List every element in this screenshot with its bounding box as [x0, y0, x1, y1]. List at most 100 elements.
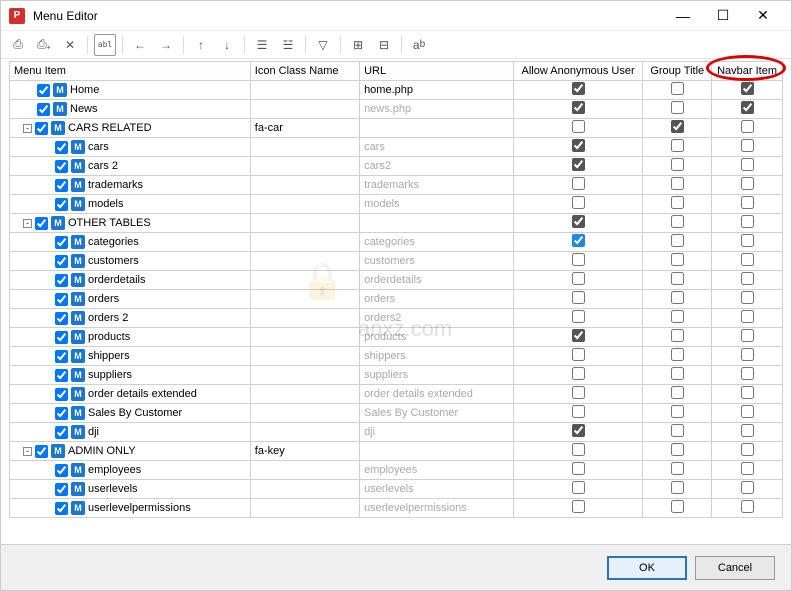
cell-allow-anon[interactable] — [513, 252, 643, 271]
table-row[interactable]: Msuppliers suppliers — [10, 366, 783, 385]
anon-checkbox[interactable] — [572, 120, 585, 133]
table-row[interactable]: MHomehome.php — [10, 81, 783, 100]
group-checkbox[interactable] — [671, 329, 684, 342]
row-select-checkbox[interactable] — [55, 293, 68, 306]
cell-group-title[interactable] — [643, 366, 712, 385]
navbar-checkbox[interactable] — [741, 386, 754, 399]
cell-url[interactable]: userlevels — [360, 480, 514, 499]
navbar-checkbox[interactable] — [741, 215, 754, 228]
table-row[interactable]: Mproducts products — [10, 328, 783, 347]
table-row[interactable]: Muserlevelsuserlevels — [10, 480, 783, 499]
row-select-checkbox[interactable] — [55, 426, 68, 439]
cell-navbar-item[interactable] — [712, 309, 783, 328]
toolbar-expand-icon[interactable]: ⊞ — [347, 34, 369, 56]
cell-navbar-item[interactable] — [712, 366, 783, 385]
cell-icon-class[interactable] — [250, 385, 359, 404]
cell-group-title[interactable] — [643, 480, 712, 499]
table-row[interactable]: Memployeesemployees — [10, 461, 783, 480]
anon-checkbox[interactable] — [572, 158, 585, 171]
cell-allow-anon[interactable] — [513, 385, 643, 404]
row-select-checkbox[interactable] — [55, 274, 68, 287]
table-row[interactable]: Morder details extendedorder details ext… — [10, 385, 783, 404]
anon-checkbox[interactable] — [572, 272, 585, 285]
row-select-checkbox[interactable] — [55, 179, 68, 192]
row-select-checkbox[interactable] — [55, 369, 68, 382]
row-select-checkbox[interactable] — [37, 84, 50, 97]
expand-toggle-icon[interactable]: - — [23, 124, 32, 133]
cell-allow-anon[interactable] — [513, 328, 643, 347]
cell-url[interactable]: suppliers — [360, 366, 514, 385]
col-group-title[interactable]: Group Title — [643, 62, 712, 81]
cell-icon-class[interactable] — [250, 366, 359, 385]
cell-menu-item[interactable]: MNews — [10, 100, 251, 119]
cell-url[interactable]: trademarks — [360, 176, 514, 195]
toolbar-move-left-icon[interactable]: ← — [129, 34, 151, 56]
table-row[interactable]: Mmodelsmodels — [10, 195, 783, 214]
row-select-checkbox[interactable] — [37, 103, 50, 116]
cell-menu-item[interactable]: Mshippers — [10, 347, 251, 366]
cell-group-title[interactable] — [643, 252, 712, 271]
cell-url[interactable]: products — [360, 328, 514, 347]
anon-checkbox[interactable] — [572, 234, 585, 247]
cell-url[interactable] — [360, 119, 514, 138]
anon-checkbox[interactable] — [572, 215, 585, 228]
cell-menu-item[interactable]: Msuppliers — [10, 366, 251, 385]
expand-toggle-icon[interactable]: - — [23, 219, 32, 228]
col-allow-anon[interactable]: Allow Anonymous User — [513, 62, 643, 81]
cell-group-title[interactable] — [643, 499, 712, 518]
table-row[interactable]: -MOTHER TABLES — [10, 214, 783, 233]
cell-icon-class[interactable] — [250, 499, 359, 518]
cell-group-title[interactable] — [643, 214, 712, 233]
cell-allow-anon[interactable] — [513, 214, 643, 233]
cell-allow-anon[interactable] — [513, 404, 643, 423]
navbar-checkbox[interactable] — [741, 120, 754, 133]
cell-allow-anon[interactable] — [513, 290, 643, 309]
cell-icon-class[interactable] — [250, 461, 359, 480]
cell-navbar-item[interactable] — [712, 100, 783, 119]
cell-icon-class[interactable] — [250, 423, 359, 442]
row-select-checkbox[interactable] — [35, 122, 48, 135]
row-select-checkbox[interactable] — [55, 198, 68, 211]
anon-checkbox[interactable] — [572, 101, 585, 114]
cell-url[interactable]: cars2 — [360, 157, 514, 176]
group-checkbox[interactable] — [671, 82, 684, 95]
anon-checkbox[interactable] — [572, 386, 585, 399]
toolbar-refresh-icon[interactable]: ab — [408, 34, 430, 56]
group-checkbox[interactable] — [671, 481, 684, 494]
cell-icon-class[interactable] — [250, 404, 359, 423]
row-select-checkbox[interactable] — [35, 217, 48, 230]
group-checkbox[interactable] — [671, 120, 684, 133]
cell-group-title[interactable] — [643, 385, 712, 404]
cell-menu-item[interactable]: Mcustomers — [10, 252, 251, 271]
cell-menu-item[interactable]: Mproducts — [10, 328, 251, 347]
row-select-checkbox[interactable] — [55, 331, 68, 344]
cell-navbar-item[interactable] — [712, 290, 783, 309]
toolbar-funnel-icon[interactable]: ▽ — [312, 34, 334, 56]
cell-icon-class[interactable] — [250, 100, 359, 119]
cell-navbar-item[interactable] — [712, 214, 783, 233]
cell-icon-class[interactable] — [250, 347, 359, 366]
cell-allow-anon[interactable] — [513, 138, 643, 157]
navbar-checkbox[interactable] — [741, 253, 754, 266]
row-select-checkbox[interactable] — [55, 407, 68, 420]
row-select-checkbox[interactable] — [55, 236, 68, 249]
toolbar-rename-icon[interactable]: abl — [94, 34, 116, 56]
table-row[interactable]: MSales By CustomerSales By Customer — [10, 404, 783, 423]
cell-url[interactable]: Sales By Customer — [360, 404, 514, 423]
cell-navbar-item[interactable] — [712, 271, 783, 290]
cell-allow-anon[interactable] — [513, 499, 643, 518]
cell-allow-anon[interactable] — [513, 423, 643, 442]
cell-icon-class[interactable] — [250, 480, 359, 499]
cell-allow-anon[interactable] — [513, 195, 643, 214]
anon-checkbox[interactable] — [572, 82, 585, 95]
anon-checkbox[interactable] — [572, 405, 585, 418]
group-checkbox[interactable] — [671, 158, 684, 171]
group-checkbox[interactable] — [671, 462, 684, 475]
cell-navbar-item[interactable] — [712, 347, 783, 366]
cell-icon-class[interactable] — [250, 195, 359, 214]
cell-menu-item[interactable]: Morderdetails — [10, 271, 251, 290]
table-row[interactable]: Mcarscars — [10, 138, 783, 157]
cell-group-title[interactable] — [643, 271, 712, 290]
expand-toggle-icon[interactable]: - — [23, 447, 32, 456]
group-checkbox[interactable] — [671, 139, 684, 152]
